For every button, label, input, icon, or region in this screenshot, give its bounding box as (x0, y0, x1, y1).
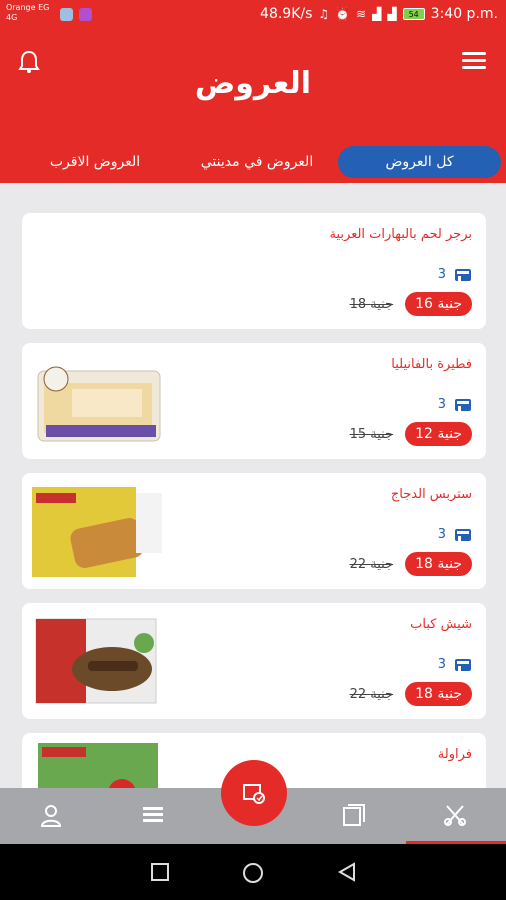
app-notification-icon (60, 8, 73, 21)
new-price: 16 جنية (405, 292, 472, 316)
wifi-icon: ≋ (356, 7, 367, 21)
store-icon (455, 268, 471, 281)
product-image (32, 487, 162, 577)
old-price: 15 جنية (349, 426, 394, 442)
app-header: العروض كل العروض العروض في مدينتي العروض… (0, 30, 506, 183)
product-image (35, 618, 157, 704)
recent-apps-button[interactable] (150, 862, 170, 886)
tab-my-city-offers[interactable]: العروض في مدينتي (182, 146, 332, 178)
profile-icon[interactable] (38, 802, 64, 828)
new-price: 18 جنية (405, 552, 472, 576)
store-count-row: 3 (438, 267, 472, 282)
scan-icon (243, 784, 265, 804)
old-price: 22 جنية (349, 686, 394, 702)
back-button[interactable] (337, 862, 357, 886)
offer-title: ستربس الدجاج (390, 487, 472, 502)
product-image (37, 366, 161, 442)
list-icon[interactable] (140, 802, 166, 828)
store-icon (455, 658, 471, 671)
offer-card[interactable]: برجر لحم بالبهارات العربية 3 18 جنية 16 … (22, 213, 486, 329)
store-count-row: 3 (438, 657, 472, 672)
network-speed: 48.9K/s (260, 6, 313, 22)
store-count-row: 3 (438, 527, 472, 542)
store-icon (455, 398, 471, 411)
catalog-icon[interactable] (341, 802, 367, 828)
alarm-icon: ⏰ (335, 7, 351, 21)
app-notification-icon (79, 8, 92, 21)
offer-card[interactable]: شيش كباب 3 22 جنية 18 جنية (22, 603, 486, 719)
page-title: العروض (194, 66, 312, 101)
new-price: 18 جنية (405, 682, 472, 706)
store-icon (455, 528, 471, 541)
old-price: 22 جنية (349, 556, 394, 572)
price-row: 22 جنية 18 جنية (350, 552, 472, 576)
offer-tabs: كل العروض العروض في مدينتي العروض الاقرب (10, 146, 502, 180)
store-count: 3 (437, 527, 446, 542)
price-row: 22 جنية 18 جنية (350, 682, 472, 706)
scan-button[interactable] (221, 760, 287, 826)
store-count: 3 (437, 267, 446, 282)
offer-card[interactable]: فطيرة بالفانيليا 3 15 جنية 12 جنية (22, 343, 486, 459)
price-row: 18 جنية 16 جنية (350, 292, 472, 316)
tab-all-offers[interactable]: كل العروض (338, 146, 501, 178)
tab-nearest-offers[interactable]: العروض الاقرب (20, 146, 170, 178)
home-button[interactable] (242, 862, 264, 888)
status-right: 48.9K/s ♫ ⏰ ≋ ▟ ▟ 54 3:40 p.m. (260, 6, 498, 22)
offers-icon[interactable] (442, 802, 468, 828)
store-count: 3 (437, 657, 446, 672)
store-count-row: 3 (438, 397, 472, 412)
notification-icons (60, 8, 92, 21)
offer-title: برجر لحم بالبهارات العربية (329, 227, 472, 242)
headphones-icon: ♫ (318, 7, 330, 21)
price-row: 15 جنية 12 جنية (350, 422, 472, 446)
signal-icon: ▟ (372, 7, 382, 21)
old-price: 18 جنية (349, 296, 394, 312)
store-count: 3 (437, 397, 446, 412)
status-bar: Orange EG 4G 48.9K/s ♫ ⏰ ≋ ▟ ▟ 54 3:40 p… (0, 0, 506, 30)
offer-title: فراولة (437, 747, 472, 762)
battery-icon: 54 (402, 8, 425, 20)
new-price: 12 جنية (405, 422, 472, 446)
offer-title: فطيرة بالفانيليا (391, 357, 472, 372)
carrier-text: Orange EG 4G (6, 3, 50, 22)
system-nav-bar (0, 844, 506, 900)
signal-icon: ▟ (387, 7, 397, 21)
offer-title: شيش كباب (410, 617, 472, 632)
offer-card[interactable]: ستربس الدجاج 3 22 جنية 18 جنية (22, 473, 486, 589)
clock: 3:40 p.m. (430, 6, 498, 22)
